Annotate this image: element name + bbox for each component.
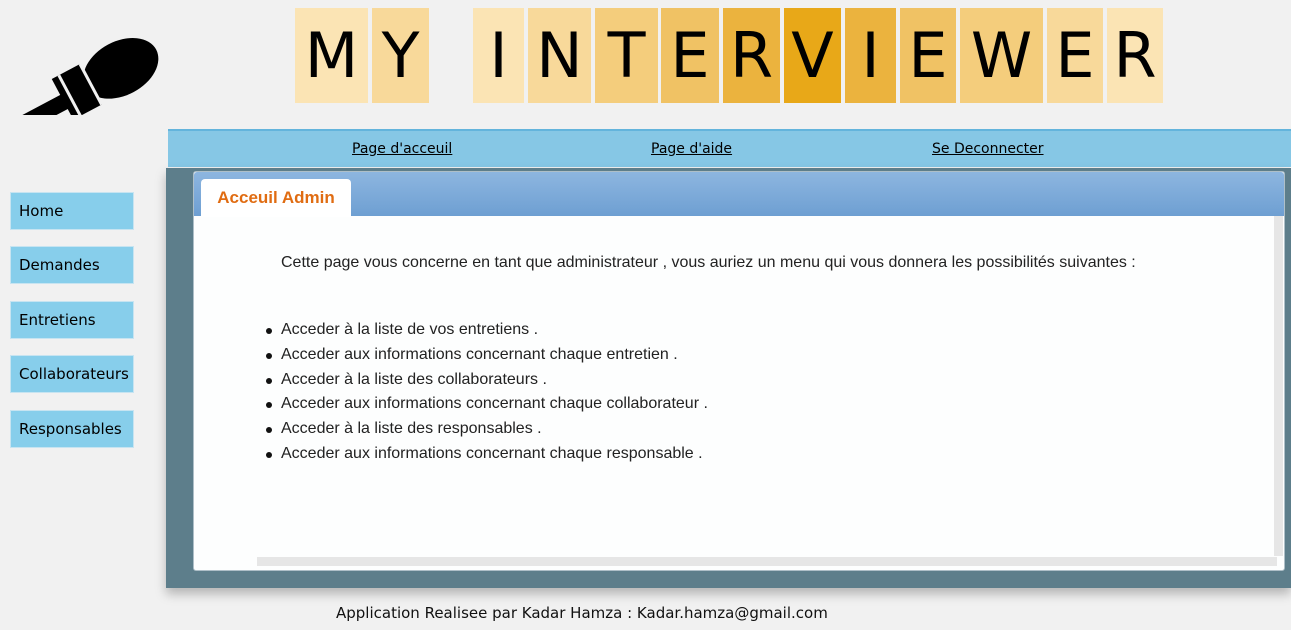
sidebar-item-responsables[interactable]: Responsables	[10, 410, 134, 448]
tab-acceuil-admin[interactable]: Acceuil Admin	[201, 179, 351, 217]
sidebar-item-home[interactable]: Home	[10, 192, 134, 230]
nav-help-link[interactable]: Page d'aide	[651, 141, 732, 157]
list-item: Acceder aux informations concernant chaq…	[266, 392, 708, 417]
intro-text: Cette page vous concerne en tant que adm…	[281, 254, 1136, 271]
tab-content: Cette page vous concerne en tant que adm…	[194, 216, 1274, 556]
list-item-text: Acceder aux informations concernant chaq…	[281, 444, 703, 462]
logo-tile: W	[960, 8, 1043, 103]
logo-tile: E	[1047, 8, 1103, 103]
capabilities-list: Acceder à la liste de vos entretiens . A…	[266, 318, 708, 467]
content-panel: Acceuil Admin Cette page vous concerne e…	[193, 171, 1285, 571]
footer-credit: Application Realisee par Kadar Hamza : K…	[336, 604, 828, 622]
list-item: Acceder à la liste des collaborateurs .	[266, 368, 708, 393]
list-item: Acceder aux informations concernant chaq…	[266, 442, 708, 467]
horizontal-scrollbar[interactable]	[257, 557, 1277, 566]
sidebar-item-demandes[interactable]: Demandes	[10, 246, 134, 284]
list-item-text: Acceder aux informations concernant chaq…	[281, 395, 708, 413]
logo-tile: M	[295, 8, 368, 103]
logo-tile: Y	[372, 8, 429, 103]
logo-tile: R	[723, 8, 780, 103]
list-item-text: Acceder à la liste des collaborateurs .	[281, 370, 547, 388]
sidebar-item-collaborateurs[interactable]: Collaborateurs	[10, 355, 134, 393]
vertical-scrollbar[interactable]	[1274, 216, 1283, 556]
nav-home-link[interactable]: Page d'acceuil	[352, 141, 452, 157]
list-item: Acceder à la liste de vos entretiens .	[266, 318, 708, 343]
logo-tile: R	[1107, 8, 1163, 103]
top-nav-bar: Page d'acceuil Page d'aide Se Deconnecte…	[168, 129, 1291, 167]
list-item-text: Acceder aux informations concernant chaq…	[281, 345, 678, 363]
bullet-icon	[266, 352, 272, 359]
logo-tile: E	[661, 8, 719, 103]
logo-tile: T	[595, 8, 658, 103]
list-item: Acceder aux informations concernant chaq…	[266, 343, 708, 368]
logo-tile: N	[528, 8, 591, 103]
sidebar-item-entretiens[interactable]: Entretiens	[10, 301, 134, 339]
bullet-icon	[266, 402, 272, 409]
nav-logout-link[interactable]: Se Deconnecter	[932, 141, 1044, 157]
bullet-icon	[266, 427, 272, 434]
list-item: Acceder à la liste des responsables .	[266, 417, 708, 442]
microphone-icon	[6, 37, 159, 115]
bullet-icon	[266, 451, 272, 458]
logo-tile: E	[900, 8, 956, 103]
list-item-text: Acceder à la liste de vos entretiens .	[281, 321, 539, 338]
bullet-icon	[266, 328, 272, 334]
list-item-text: Acceder à la liste des responsables .	[281, 420, 542, 438]
sidebar: Home Demandes Entretiens Collaborateurs …	[0, 168, 166, 588]
bullet-icon	[266, 377, 272, 384]
logo-tile: I	[845, 8, 896, 103]
logo-tile: V	[784, 8, 841, 103]
logo-tile: I	[473, 8, 524, 103]
tab-strip: Acceuil Admin	[194, 172, 1284, 217]
